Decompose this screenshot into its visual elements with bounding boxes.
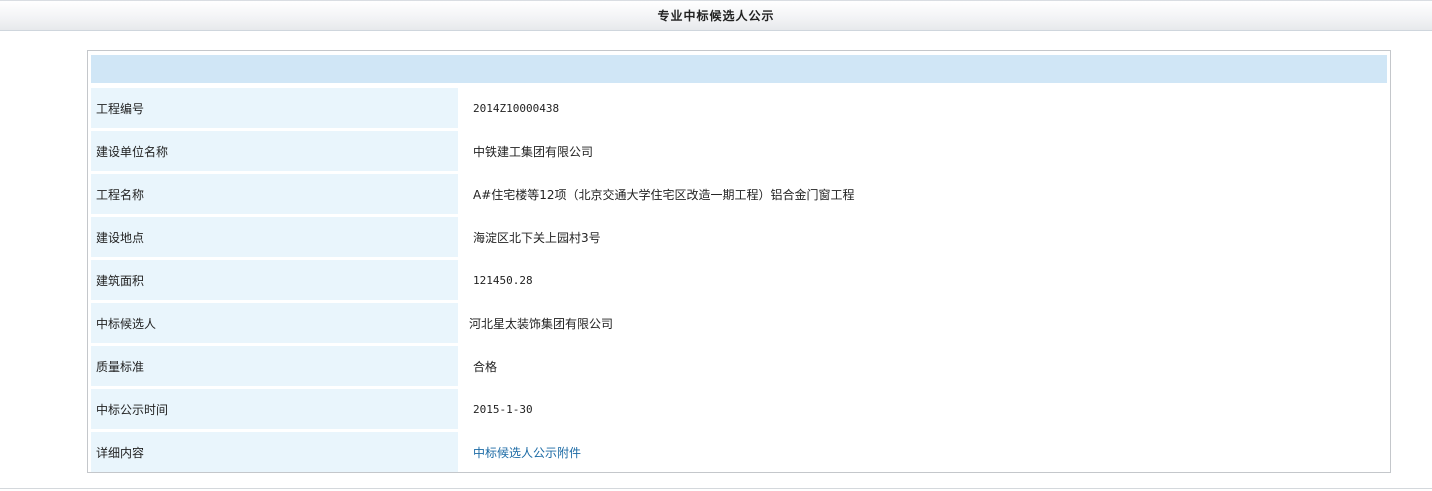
table-row-construction-unit: 建设单位名称 中铁建工集团有限公司	[91, 131, 1387, 171]
quality-standard-label: 质量标准	[91, 346, 458, 386]
table-row-location: 建设地点 海淀区北下关上园村3号	[91, 217, 1387, 257]
quality-standard-value: 合格	[458, 346, 1387, 386]
bottom-divider	[0, 488, 1432, 489]
attachment-link[interactable]: 中标候选人公示附件	[473, 446, 581, 460]
table-row-project-name: 工程名称 A#住宅楼等12项（北京交通大学住宅区改造一期工程）铝合金门窗工程	[91, 174, 1387, 214]
table-row-building-area: 建筑面积 121450.28	[91, 260, 1387, 300]
building-area-label: 建筑面积	[91, 260, 458, 300]
project-name-value: A#住宅楼等12项（北京交通大学住宅区改造一期工程）铝合金门窗工程	[458, 174, 1387, 214]
location-label: 建设地点	[91, 217, 458, 257]
project-number-value: 2014Z10000438	[458, 88, 1387, 128]
announcement-date-label: 中标公示时间	[91, 389, 458, 429]
location-value: 海淀区北下关上园村3号	[458, 217, 1387, 257]
building-area-value: 121450.28	[458, 260, 1387, 300]
detail-panel: 工程编号 2014Z10000438 建设单位名称 中铁建工集团有限公司 工程名…	[87, 50, 1391, 473]
details-label: 详细内容	[91, 432, 458, 472]
construction-unit-value: 中铁建工集团有限公司	[458, 131, 1387, 171]
table-row-announcement-date: 中标公示时间 2015-1-30	[91, 389, 1387, 429]
page-title: 专业中标候选人公示	[657, 9, 775, 23]
detail-table: 工程编号 2014Z10000438 建设单位名称 中铁建工集团有限公司 工程名…	[91, 85, 1387, 475]
project-name-label: 工程名称	[91, 174, 458, 214]
announcement-date-value: 2015-1-30	[458, 389, 1387, 429]
panel-header-band	[91, 55, 1387, 83]
table-row-winning-candidate: 中标候选人 河北星太装饰集团有限公司	[91, 303, 1387, 343]
table-row-project-number: 工程编号 2014Z10000438	[91, 88, 1387, 128]
project-number-label: 工程编号	[91, 88, 458, 128]
details-value-cell: 中标候选人公示附件	[458, 432, 1387, 472]
page-header: 专业中标候选人公示	[0, 0, 1432, 31]
table-row-quality-standard: 质量标准 合格	[91, 346, 1387, 386]
table-row-details: 详细内容 中标候选人公示附件	[91, 432, 1387, 472]
construction-unit-label: 建设单位名称	[91, 131, 458, 171]
winning-candidate-value: 河北星太装饰集团有限公司	[458, 303, 1387, 343]
winning-candidate-label: 中标候选人	[91, 303, 458, 343]
